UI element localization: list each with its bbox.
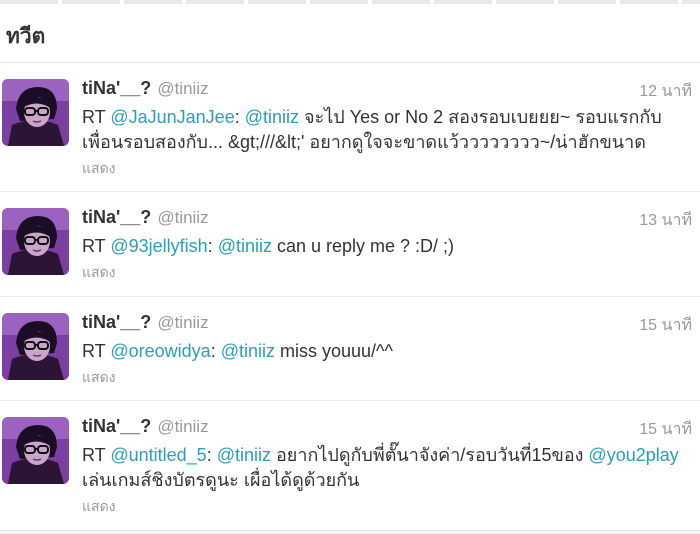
tweet-text-segment: :: [210, 341, 221, 361]
tweet-author: tiNa'__? @tiniiz: [82, 78, 209, 99]
tweet-text-segment: RT: [82, 236, 111, 256]
mention-link[interactable]: @you2play: [588, 445, 678, 465]
avatar-image: [2, 417, 69, 484]
tweet-text: RT @93jellyfish: @tiniiz can u reply me …: [82, 234, 694, 259]
tweet-text-segment: RT: [82, 341, 111, 361]
expand-link[interactable]: แสดง: [82, 367, 116, 389]
tweet-timestamp[interactable]: 15 นาที: [639, 313, 692, 338]
mention-link[interactable]: @tiniiz: [218, 236, 272, 256]
tweet-text-segment: RT: [82, 107, 111, 127]
mention-link[interactable]: @tiniiz: [245, 107, 299, 127]
tweet-text: RT @oreowidya: @tiniiz miss youuu/^^: [82, 339, 694, 364]
timeline-header: ทวีต: [0, 4, 700, 63]
tweet-item[interactable]: tiNa'__? @tiniiz 15 นาที RT @oreowidya: @…: [0, 297, 700, 401]
tweet-text: RT @untitled_5: @tiniiz อยากไปดูกับพี่ตั…: [82, 443, 694, 493]
tweet-text-segment: :: [206, 445, 217, 465]
tweet-item[interactable]: tiNa'__? @tiniiz 15 นาที RT @untitled_5: …: [0, 401, 700, 531]
tweet-text-segment: อยากไปดูกับพี่ตั๊นาจังค่า/รอบวันที่15ของ: [271, 445, 589, 465]
author-fullname[interactable]: tiNa'__?: [82, 207, 151, 227]
mention-link[interactable]: @tiniiz: [217, 445, 271, 465]
mention-link[interactable]: @oreowidya: [110, 341, 210, 361]
tweet-author: tiNa'__? @tiniiz: [82, 416, 209, 437]
author-fullname[interactable]: tiNa'__?: [82, 78, 151, 98]
author-screen-name[interactable]: @tiniiz: [157, 313, 208, 332]
avatar-image: [2, 313, 69, 380]
tweet-text-segment: miss youuu/^^: [274, 341, 393, 361]
tweet-author: tiNa'__? @tiniiz: [82, 312, 209, 333]
avatar-image: [2, 79, 69, 146]
tweet-timestamp[interactable]: 15 นาที: [639, 417, 692, 442]
tweet-item[interactable]: tiNa'__? @tiniiz 13 นาที RT @93jellyfish:…: [0, 192, 700, 297]
expand-link[interactable]: แสดง: [82, 262, 116, 284]
author-screen-name[interactable]: @tiniiz: [157, 79, 208, 98]
expand-link[interactable]: แสดง: [82, 158, 116, 180]
mention-link[interactable]: @93jellyfish: [110, 236, 207, 256]
tweet-text-segment: RT: [82, 445, 111, 465]
mention-link[interactable]: @untitled_5: [110, 445, 206, 465]
tweet-text-segment: เล่นเกมส์ชิงบัตรดูนะ เผื่อได้ดูด้วยกัน: [82, 470, 360, 490]
avatar[interactable]: [2, 208, 69, 275]
tweet-text-segment: can u reply me ? :D/ ;): [271, 236, 455, 256]
avatar[interactable]: [2, 313, 69, 380]
tweet-author: tiNa'__? @tiniiz: [82, 207, 209, 228]
mention-link[interactable]: @tiniiz: [221, 341, 275, 361]
avatar[interactable]: [2, 417, 69, 484]
author-screen-name[interactable]: @tiniiz: [157, 417, 208, 436]
tweet-text-segment: :: [207, 236, 218, 256]
page-title: ทวีต: [6, 25, 46, 48]
expand-link[interactable]: แสดง: [82, 496, 116, 518]
tweet-timestamp[interactable]: 12 นาที: [639, 79, 692, 104]
tweet-text-segment: :: [234, 107, 245, 127]
author-screen-name[interactable]: @tiniiz: [157, 208, 208, 227]
author-fullname[interactable]: tiNa'__?: [82, 312, 151, 332]
avatar-image: [2, 208, 69, 275]
tweet-item[interactable]: tiNa'__? @tiniiz 12 นาที RT @JaJunJanJee:…: [0, 63, 700, 192]
author-fullname[interactable]: tiNa'__?: [82, 416, 151, 436]
avatar[interactable]: [2, 79, 69, 146]
mention-link[interactable]: @JaJunJanJee: [110, 107, 234, 127]
tweet-text: RT @JaJunJanJee: @tiniiz จะไป Yes or No …: [82, 105, 694, 155]
tweet-timestamp[interactable]: 13 นาที: [639, 208, 692, 233]
